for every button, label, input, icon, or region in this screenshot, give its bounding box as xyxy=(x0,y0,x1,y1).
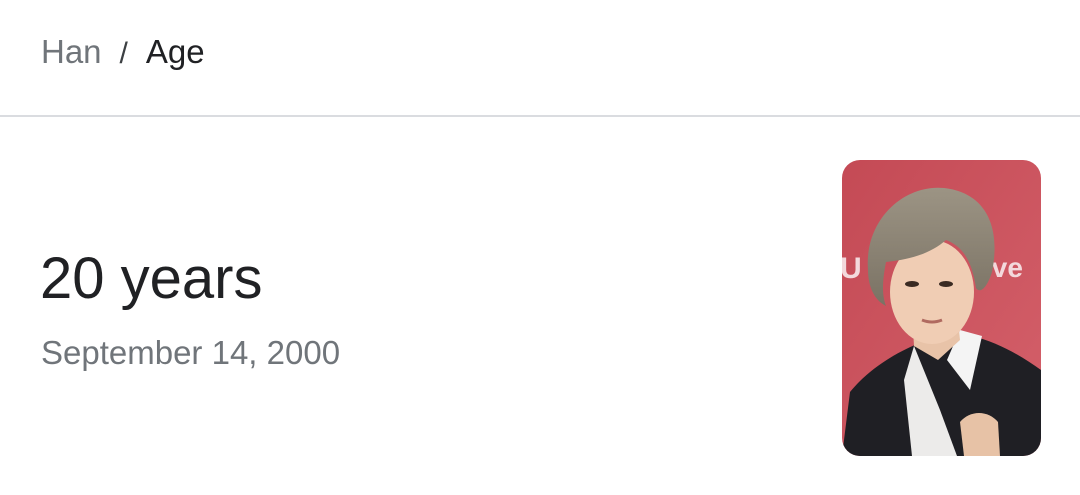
person-photo[interactable]: U ive xyxy=(842,160,1041,456)
hand-shape xyxy=(960,413,1000,456)
portrait-image: U ive xyxy=(842,160,1041,456)
breadcrumb-separator: / xyxy=(119,37,128,70)
age-answer: 20 years xyxy=(40,246,263,311)
breadcrumb-parent-link[interactable]: Han xyxy=(41,33,102,70)
header-bar: Han / Age xyxy=(0,0,1080,117)
breadcrumb-current: Age xyxy=(145,33,205,70)
birth-date: September 14, 2000 xyxy=(41,334,341,371)
left-eye-shape xyxy=(905,281,919,287)
backdrop-text-left: U xyxy=(842,252,862,285)
breadcrumb: Han / Age xyxy=(41,32,205,74)
right-eye-shape xyxy=(939,281,953,287)
